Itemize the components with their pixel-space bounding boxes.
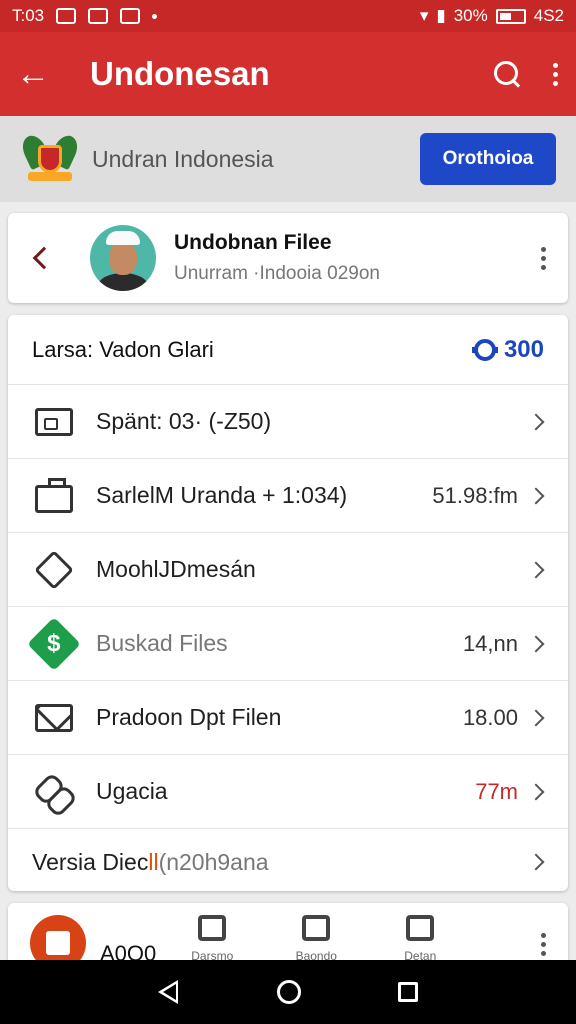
avatar	[90, 225, 156, 291]
emblem-logo	[18, 131, 82, 187]
list-header-title: Larsa: Vadon Glari	[32, 336, 214, 362]
chevron-left-icon[interactable]	[32, 246, 56, 270]
list-item-label: Ugacia	[96, 778, 168, 804]
profile-name: Undobnan Filee	[174, 231, 332, 254]
notification-icon	[56, 8, 77, 24]
list-item-label: Versia Diecll(n20h9ana	[32, 848, 269, 875]
status-bar: T:03 ▾ ▮ 30% 4S2	[0, 0, 576, 32]
list-item-label: MoohlJDmesán	[96, 556, 256, 582]
list-item-value: 18.00	[462, 704, 518, 730]
list-item-label: Spänt: 03· (‑Z50)	[96, 408, 272, 434]
list-item-value: 77m	[475, 778, 518, 804]
system-nav-bar	[0, 960, 576, 1024]
list-item-label: Buskad Files	[96, 630, 228, 656]
chevron-right-icon	[527, 853, 545, 871]
square-icon	[406, 915, 435, 941]
nav-home-icon[interactable]	[276, 980, 301, 1004]
chevron-right-icon	[527, 635, 545, 652]
notification-icon	[88, 8, 109, 24]
gear-icon	[471, 338, 498, 361]
signal-icon: ▮	[436, 6, 446, 25]
nav-back-icon[interactable]	[158, 980, 180, 1004]
list-item-value: 14,nn	[462, 630, 518, 656]
organization-name: Undran Indonesia	[92, 145, 274, 172]
chevron-right-icon	[527, 561, 545, 578]
chevron-right-icon	[527, 487, 545, 504]
more-vert-icon[interactable]	[550, 62, 560, 86]
mail-icon	[34, 698, 74, 738]
list-item[interactable]: MoohlJDmesán	[8, 533, 568, 607]
app-bar: ← Undonesan	[0, 32, 576, 116]
list-item[interactable]: SarlelM Uranda + 1:034) 51.98:fm	[8, 459, 568, 533]
tab-detan[interactable]: Detan	[372, 915, 468, 963]
page-title: Undonesan	[90, 55, 270, 92]
list-item[interactable]: $ Buskad Files 14,nn	[8, 607, 568, 681]
tab-darsmo[interactable]: Darsmo	[164, 915, 260, 963]
network-label: 4S2	[533, 6, 564, 25]
link-icon	[34, 772, 74, 812]
list-item[interactable]: Versia Diecll(n20h9ana	[8, 829, 568, 895]
notification-dot-icon	[152, 13, 158, 19]
primary-action-button[interactable]: Orothoioa	[420, 133, 556, 185]
briefcase-icon	[34, 476, 74, 516]
dollar-icon: $	[27, 616, 81, 671]
chevron-right-icon	[527, 783, 545, 800]
arrow-back-icon[interactable]: ←	[16, 57, 60, 91]
more-vert-icon[interactable]	[538, 933, 548, 956]
list-header: Larsa: Vadon Glari 300	[8, 315, 568, 385]
nav-recents-icon[interactable]	[397, 982, 418, 1002]
list-item-value: 51.98:fm	[432, 482, 518, 508]
tag-icon	[34, 549, 74, 590]
robot-icon	[198, 915, 227, 941]
notification-icon	[120, 8, 141, 24]
id-card-icon	[34, 402, 74, 442]
chevron-right-icon	[527, 709, 545, 726]
organization-banner: Undran Indonesia Orothoioa	[0, 116, 576, 202]
details-list: Larsa: Vadon Glari 300 Spänt: 03· (‑Z50)…	[8, 315, 568, 891]
list-item[interactable]: Spänt: 03· (‑Z50)	[8, 385, 568, 459]
list-item[interactable]: Pradoon Dpt Filen 18.00	[8, 681, 568, 755]
chevron-right-icon	[527, 413, 545, 430]
document-icon	[302, 915, 331, 941]
tab-baondo[interactable]: Baondo	[268, 915, 364, 963]
battery-icon	[495, 8, 526, 24]
battery-percent: 30%	[453, 6, 488, 25]
search-icon[interactable]	[494, 61, 520, 87]
profile-subtitle: Unurram ·Indooia 029on	[174, 263, 380, 284]
wifi-icon: ▾	[419, 6, 429, 25]
list-item-label: SarlelM Uranda + 1:034)	[96, 482, 348, 508]
list-item[interactable]: Ugacia 77m	[8, 755, 568, 829]
more-vert-icon[interactable]	[538, 246, 548, 270]
status-time: T:03	[12, 6, 45, 25]
profile-card[interactable]: Undobnan Filee Unurram ·Indooia 029on	[8, 213, 568, 303]
list-header-value[interactable]: 300	[471, 336, 544, 364]
list-item-label: Pradoon Dpt Filen	[96, 704, 282, 730]
